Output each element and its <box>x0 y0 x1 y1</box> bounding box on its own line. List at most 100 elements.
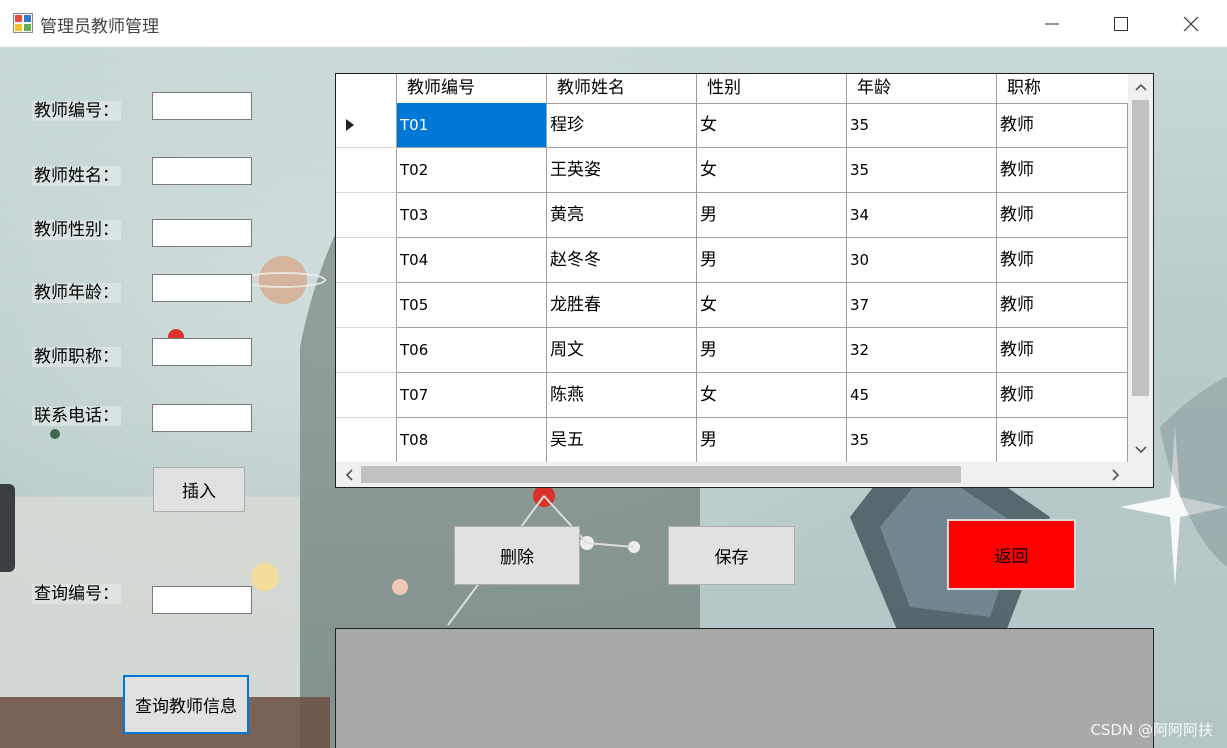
cell-teacher-name[interactable]: 黄亮 <box>547 193 697 238</box>
cell-gender[interactable]: 女 <box>697 283 847 328</box>
grid-body: T01 程珍 女 35 教师 T02 王英姿 女 35 教师 T03 黄亮 男 … <box>336 103 1128 463</box>
teacher-gender-input[interactable] <box>152 219 252 247</box>
table-row[interactable]: T08 吴五 男 35 教师 <box>336 418 1128 463</box>
cell-teacher-name[interactable]: 龙胜春 <box>547 283 697 328</box>
cell-title[interactable]: 教师 <box>997 418 1128 463</box>
app-form-icon <box>13 13 33 33</box>
row-header[interactable] <box>336 238 397 283</box>
table-row[interactable]: T04 赵冬冬 男 30 教师 <box>336 238 1128 283</box>
teacher-name-input[interactable] <box>152 157 252 185</box>
scrollbar-corner <box>1128 462 1153 487</box>
table-row[interactable]: T02 王英姿 女 35 教师 <box>336 148 1128 193</box>
teacher-age-input[interactable] <box>152 274 252 302</box>
cell-age[interactable]: 35 <box>847 103 997 148</box>
cell-teacher-id[interactable]: T04 <box>397 238 547 283</box>
query-id-input[interactable] <box>152 586 252 614</box>
cell-age[interactable]: 45 <box>847 373 997 418</box>
scroll-left-button[interactable] <box>336 462 361 487</box>
column-header-teacher-name[interactable]: 教师姓名 <box>547 74 697 103</box>
column-header-teacher-id[interactable]: 教师编号 <box>397 74 547 103</box>
save-button[interactable]: 保存 <box>668 526 795 585</box>
cell-teacher-name[interactable]: 吴五 <box>547 418 697 463</box>
row-header[interactable] <box>336 373 397 418</box>
result-panel <box>335 628 1154 748</box>
row-header[interactable] <box>336 103 397 148</box>
teacher-gender-label: 教师性别： <box>32 220 121 240</box>
chevron-left-icon <box>345 468 353 481</box>
scroll-down-button[interactable] <box>1128 437 1153 462</box>
chevron-down-icon <box>1134 445 1147 453</box>
cell-age[interactable]: 32 <box>847 328 997 373</box>
teacher-title-input[interactable] <box>152 338 252 366</box>
chevron-right-icon <box>1111 468 1119 481</box>
teacher-age-label: 教师年龄： <box>32 283 121 303</box>
delete-button[interactable]: 删除 <box>454 526 580 585</box>
maximize-button[interactable] <box>1086 0 1156 47</box>
teacher-data-grid[interactable]: 教师编号 教师姓名 性别 年龄 职称 T01 程珍 女 35 教师 T02 王英… <box>335 73 1154 488</box>
cell-gender[interactable]: 男 <box>697 328 847 373</box>
query-teacher-button[interactable]: 查询教师信息 <box>123 675 249 734</box>
cell-gender[interactable]: 女 <box>697 103 847 148</box>
cell-title[interactable]: 教师 <box>997 283 1128 328</box>
cell-teacher-id[interactable]: T07 <box>397 373 547 418</box>
column-header-gender[interactable]: 性别 <box>697 74 847 103</box>
cell-age[interactable]: 30 <box>847 238 997 283</box>
vertical-scrollbar[interactable] <box>1128 74 1153 462</box>
minimize-button[interactable] <box>1017 0 1087 47</box>
row-header[interactable] <box>336 328 397 373</box>
cell-age[interactable]: 35 <box>847 148 997 193</box>
scroll-right-button[interactable] <box>1103 462 1128 487</box>
row-header[interactable] <box>336 283 397 328</box>
cell-gender[interactable]: 男 <box>697 238 847 283</box>
cell-teacher-id[interactable]: T08 <box>397 418 547 463</box>
table-row[interactable]: T07 陈燕 女 45 教师 <box>336 373 1128 418</box>
insert-button[interactable]: 插入 <box>153 467 245 512</box>
table-row[interactable]: T05 龙胜春 女 37 教师 <box>336 283 1128 328</box>
row-header[interactable] <box>336 148 397 193</box>
table-row[interactable]: T01 程珍 女 35 教师 <box>336 103 1128 148</box>
scroll-up-button[interactable] <box>1128 74 1153 99</box>
cell-age[interactable]: 37 <box>847 283 997 328</box>
teacher-id-label: 教师编号： <box>32 101 121 121</box>
cell-title[interactable]: 教师 <box>997 193 1128 238</box>
cell-gender[interactable]: 女 <box>697 373 847 418</box>
cell-title[interactable]: 教师 <box>997 103 1128 148</box>
phone-label: 联系电话： <box>32 406 121 426</box>
cell-age[interactable]: 35 <box>847 418 997 463</box>
close-button[interactable] <box>1156 0 1226 47</box>
cell-teacher-name[interactable]: 周文 <box>547 328 697 373</box>
teacher-id-input[interactable] <box>152 92 252 120</box>
horizontal-scroll-thumb[interactable] <box>361 466 961 483</box>
cell-teacher-name[interactable]: 程珍 <box>547 103 697 148</box>
cell-teacher-id[interactable]: T05 <box>397 283 547 328</box>
maximize-icon <box>1114 16 1128 31</box>
return-button[interactable]: 返回 <box>947 519 1076 590</box>
cell-teacher-name[interactable]: 王英姿 <box>547 148 697 193</box>
column-header-age[interactable]: 年龄 <box>847 74 997 103</box>
teacher-name-label: 教师姓名： <box>32 166 121 186</box>
column-header-title[interactable]: 职称 <box>997 74 1128 103</box>
table-row[interactable]: T03 黄亮 男 34 教师 <box>336 193 1128 238</box>
cell-teacher-id[interactable]: T06 <box>397 328 547 373</box>
cell-title[interactable]: 教师 <box>997 238 1128 283</box>
cell-teacher-name[interactable]: 赵冬冬 <box>547 238 697 283</box>
cell-teacher-id[interactable]: T03 <box>397 193 547 238</box>
phone-input[interactable] <box>152 404 252 432</box>
cell-age[interactable]: 34 <box>847 193 997 238</box>
cell-title[interactable]: 教师 <box>997 328 1128 373</box>
cell-teacher-id[interactable]: T01 <box>397 103 547 148</box>
cell-gender[interactable]: 女 <box>697 148 847 193</box>
grid-header-row: 教师编号 教师姓名 性别 年龄 职称 <box>336 74 1128 104</box>
row-header[interactable] <box>336 418 397 463</box>
grid-corner-header[interactable] <box>336 74 397 103</box>
cell-title[interactable]: 教师 <box>997 373 1128 418</box>
horizontal-scrollbar[interactable] <box>336 462 1128 487</box>
vertical-scroll-thumb[interactable] <box>1132 100 1149 396</box>
table-row[interactable]: T06 周文 男 32 教师 <box>336 328 1128 373</box>
cell-title[interactable]: 教师 <box>997 148 1128 193</box>
cell-teacher-id[interactable]: T02 <box>397 148 547 193</box>
row-header[interactable] <box>336 193 397 238</box>
cell-teacher-name[interactable]: 陈燕 <box>547 373 697 418</box>
cell-gender[interactable]: 男 <box>697 193 847 238</box>
cell-gender[interactable]: 男 <box>697 418 847 463</box>
